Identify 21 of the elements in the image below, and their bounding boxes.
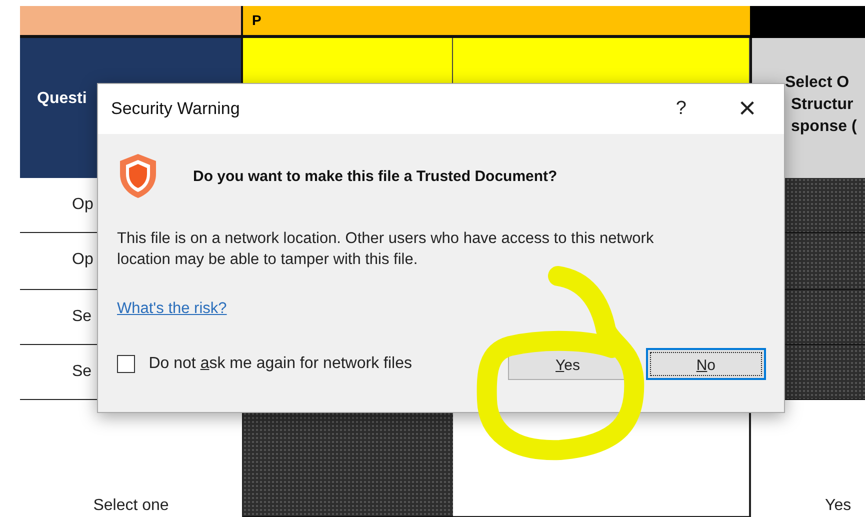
dialog-heading: Do you want to make this file a Trusted Document? [193, 168, 558, 184]
help-button[interactable]: ? [676, 98, 686, 120]
table-cell-text: Select one [92, 497, 170, 515]
risk-link[interactable]: What's the risk? [117, 300, 227, 318]
dialog-title: Security Warning [111, 99, 241, 119]
column-header: Questi [37, 90, 87, 108]
table-cell: Se [72, 308, 92, 326]
checkbox-label[interactable]: Do not ask me again for network files [148, 355, 491, 373]
table-cell: Op [72, 251, 94, 269]
column-header: sponse ( [791, 118, 858, 136]
column-header: Select O [785, 74, 850, 92]
column-header: Structur [791, 96, 854, 114]
table-cell: Op [72, 196, 94, 214]
no-button[interactable]: No [646, 348, 766, 380]
shield-icon [117, 152, 159, 200]
table-cell: Se [72, 363, 92, 381]
table-cell: Yes [825, 497, 852, 515]
warning-message: This file is on a network location. Other users who have access to this network location may be able to tamper with this file. [117, 229, 655, 270]
checkbox[interactable] [117, 355, 135, 373]
close-button[interactable]: × [738, 94, 756, 124]
group-header: P [252, 12, 262, 28]
